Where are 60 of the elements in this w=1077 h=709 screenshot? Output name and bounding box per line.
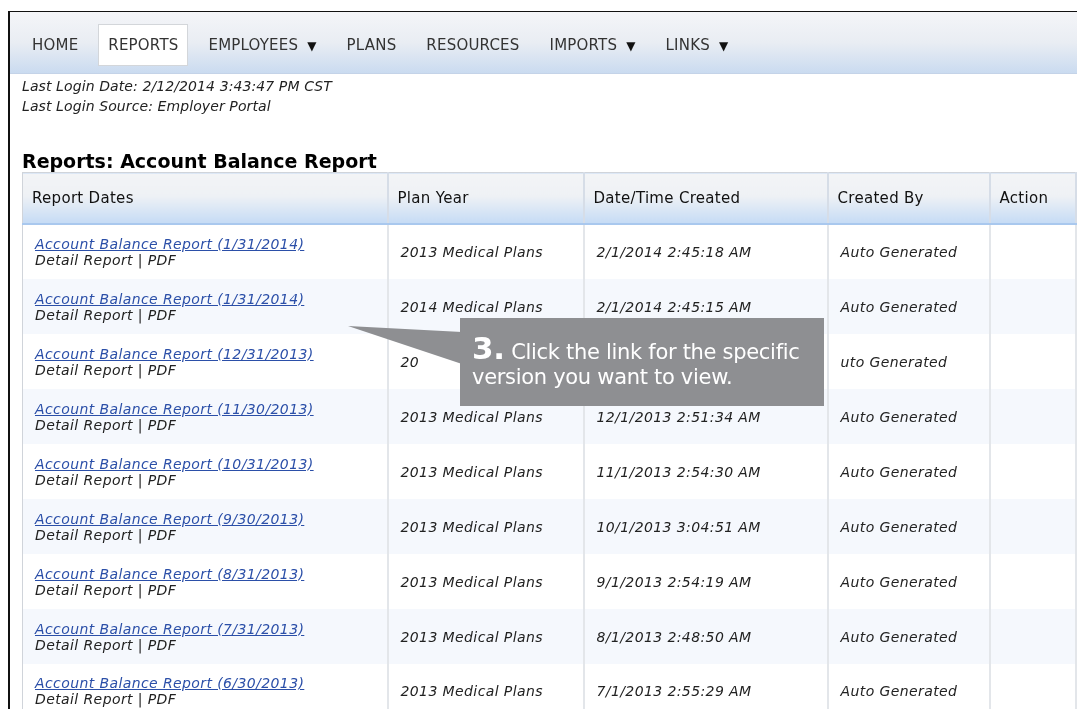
report-link[interactable]: Account Balance Report (1/31/2014) xyxy=(35,236,305,252)
nav-tab[interactable]: EMPLOYEES ▼ xyxy=(198,23,327,66)
table-cell: 2013 Medical Plans xyxy=(400,244,543,260)
table-cell: Auto Generated xyxy=(840,683,958,700)
report-link[interactable]: Account Balance Report (7/31/2013) xyxy=(35,620,305,637)
detail-text: Detail Report | PDF xyxy=(35,471,177,488)
detail-text: Detail Report | PDF xyxy=(35,581,177,598)
table-cell: Auto Generated xyxy=(840,408,958,425)
table-cell: Auto Generated xyxy=(840,298,958,315)
column-header: Action xyxy=(989,172,1076,224)
report-link[interactable]: Account Balance Report (10/31/2013) xyxy=(35,455,314,472)
table-cell: 2013 Medical Plans xyxy=(400,408,543,425)
table-cell: 2013 Medical Plans xyxy=(400,573,543,590)
table-cell: 9/1/2013 2:54:19 AM xyxy=(596,573,752,590)
table-cell: 2013 Medical Plans xyxy=(400,518,543,535)
detail-text: Detail Report | PDF xyxy=(35,416,177,433)
callout-note: 3. Click the link for the specific version you want to view. xyxy=(460,318,824,406)
column-header: Created By xyxy=(827,172,990,224)
table-cell: Auto Generated xyxy=(840,463,958,480)
nav-tab[interactable]: PLANS xyxy=(336,23,407,66)
detail-text: Detail Report | PDF xyxy=(35,252,177,268)
table-cell: Auto Generated xyxy=(840,244,958,260)
detail-text: Detail Report | PDF xyxy=(35,636,177,653)
table-cell: 2/1/2014 2:45:15 AM xyxy=(596,298,752,315)
table-cell: Auto Generated xyxy=(840,628,958,645)
report-link[interactable]: Account Balance Report (8/31/2013) xyxy=(35,565,305,582)
table-cell: 12/1/2013 2:51:34 AM xyxy=(596,408,761,425)
nav-tab[interactable]: REPORTS xyxy=(98,23,189,66)
table-cell: 2013 Medical Plans xyxy=(400,683,543,700)
nav-tab[interactable]: LINKS ▼ xyxy=(655,23,739,66)
report-link[interactable]: Account Balance Report (11/30/2013) xyxy=(35,400,314,417)
nav-tab[interactable]: RESOURCES xyxy=(416,23,530,66)
table-cell: Auto Generated xyxy=(840,518,958,535)
table-cell: 2/1/2014 2:45:18 AM xyxy=(596,244,752,260)
detail-text: Detail Report | PDF xyxy=(35,361,177,378)
column-header: Plan Year xyxy=(387,172,584,224)
detail-text: Detail Report | PDF xyxy=(35,526,177,543)
table-cell: Auto Generated xyxy=(840,573,958,590)
table-cell: 2014 Medical Plans xyxy=(400,298,543,315)
login-info-text: Last Login Date: 2/12/2014 3:43:47 PM CST xyxy=(22,77,334,96)
table-cell: 2013 Medical Plans xyxy=(400,628,543,645)
table-cell: 10/1/2013 3:04:51 AM xyxy=(596,518,761,535)
table-cell: 11/1/2013 2:54:30 AM xyxy=(596,463,761,480)
table-cell: uto Generated xyxy=(840,353,948,370)
column-header: Report Dates xyxy=(22,172,388,224)
table-cell: 8/1/2013 2:48:50 AM xyxy=(596,628,752,645)
table-cell: 2013 Medical Plans xyxy=(400,463,543,480)
table-cell: 7/1/2013 2:55:29 AM xyxy=(596,683,752,700)
report-link[interactable]: Account Balance Report (1/31/2014) xyxy=(35,290,305,307)
report-link[interactable]: Account Balance Report (6/30/2013) xyxy=(35,675,305,692)
report-link[interactable]: Account Balance Report (12/31/2013) xyxy=(35,345,314,362)
column-header: Date/Time Created xyxy=(583,172,828,224)
login-info-text: Last Login Source: Employer Portal xyxy=(22,97,272,116)
detail-text: Detail Report | PDF xyxy=(35,691,177,708)
table-cell: 20 xyxy=(400,353,420,370)
report-link[interactable]: Account Balance Report (9/30/2013) xyxy=(35,510,305,527)
nav-tab[interactable]: IMPORTS ▼ xyxy=(539,23,646,66)
page-title: Reports: Account Balance Report xyxy=(22,150,377,172)
detail-text: Detail Report | PDF xyxy=(35,306,177,323)
nav-tab[interactable]: HOME xyxy=(22,23,89,66)
